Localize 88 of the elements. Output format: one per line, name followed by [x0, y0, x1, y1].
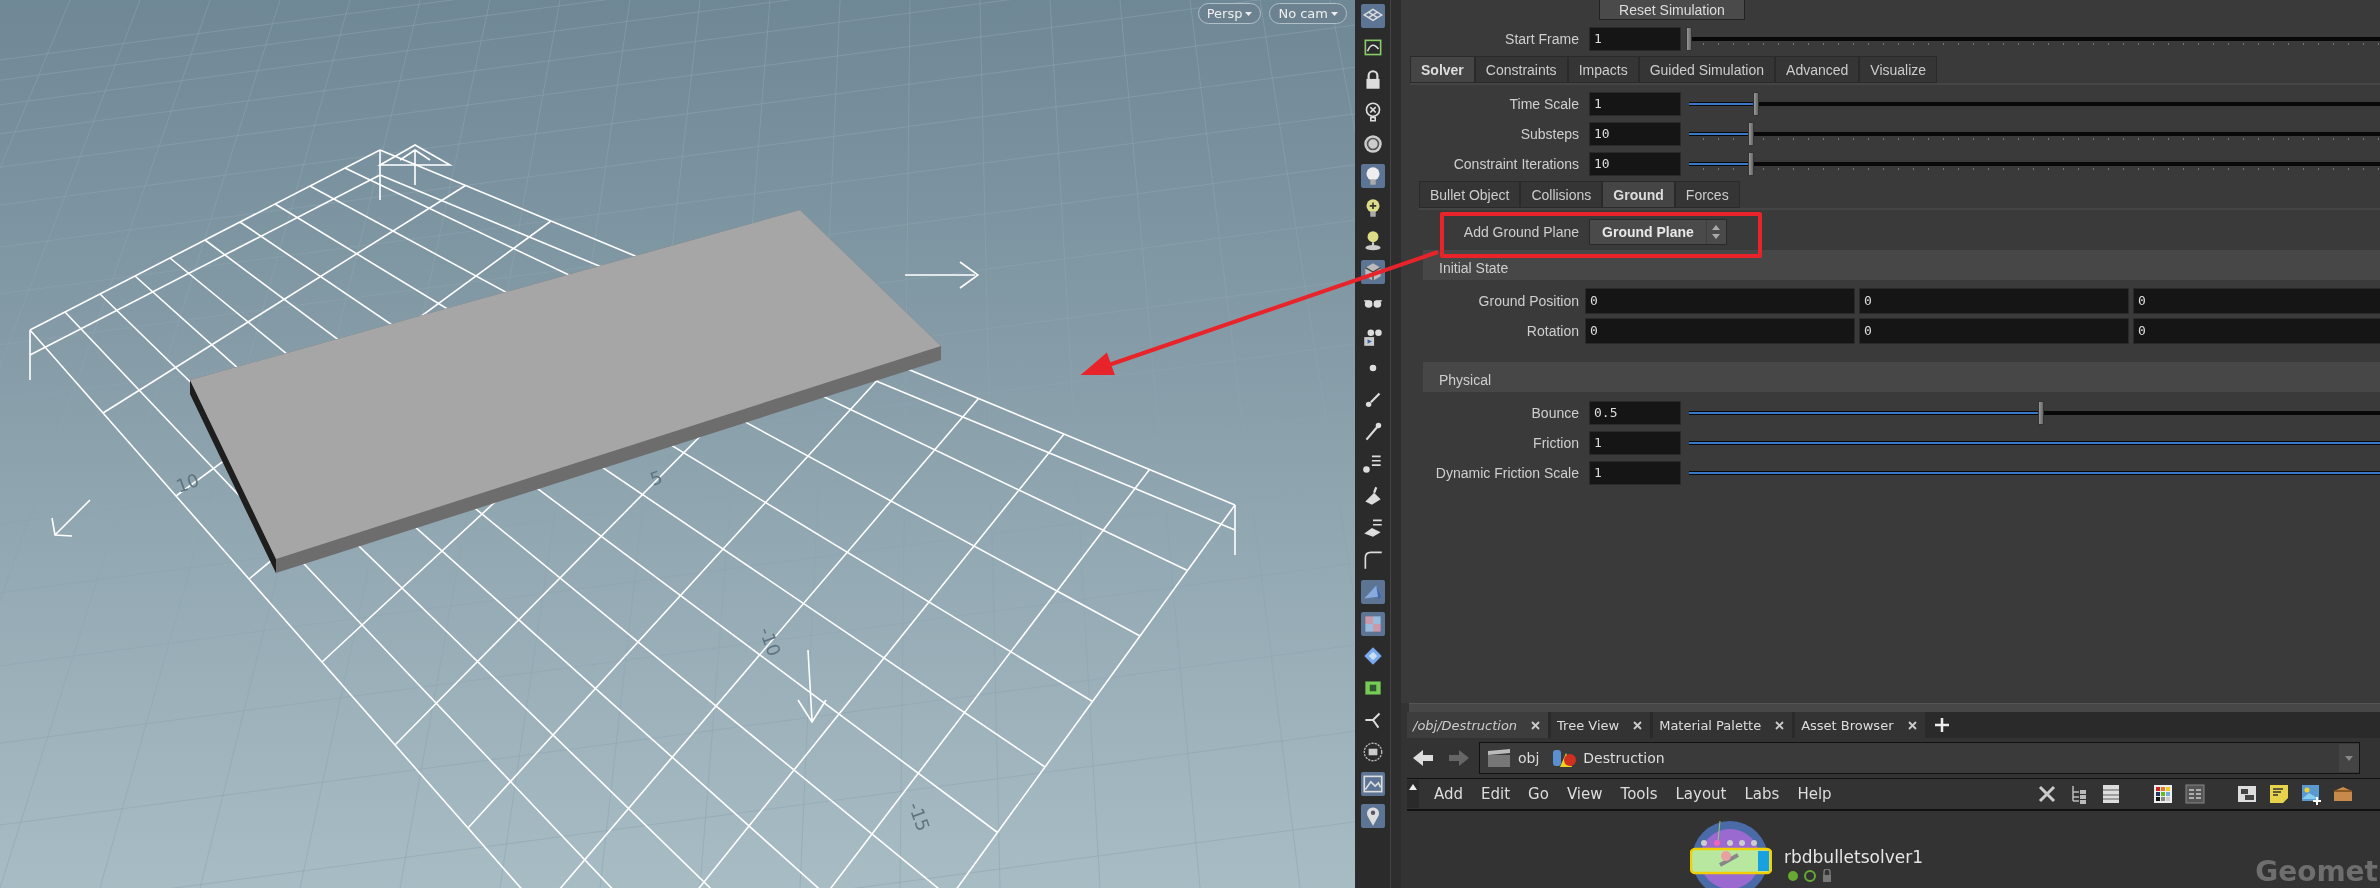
- menu-item[interactable]: Layout: [1666, 785, 1736, 803]
- value-field[interactable]: 0.5: [1589, 401, 1681, 425]
- value-field[interactable]: 1: [1589, 92, 1681, 116]
- window-icon[interactable]: [2236, 783, 2258, 805]
- checker-icon[interactable]: [1360, 612, 1385, 636]
- tab[interactable]: Forces: [1674, 181, 1740, 208]
- slider-thumb[interactable]: [1752, 92, 1759, 116]
- tab[interactable]: Collisions: [1520, 181, 1603, 208]
- parameter-label: Friction: [1532, 435, 1580, 451]
- node-flags-icon[interactable]: [1787, 869, 1833, 883]
- menu-item[interactable]: Labs: [1735, 785, 1789, 803]
- wedge-icon[interactable]: [1360, 580, 1385, 604]
- caret-icon: [1331, 11, 1338, 16]
- add-tab-icon[interactable]: [1933, 717, 1950, 733]
- sticky-note-icon[interactable]: [2268, 783, 2290, 805]
- clapperboard-icon: [1486, 747, 1512, 769]
- parameter-label: Constraint Iterations: [1452, 156, 1580, 172]
- color-grid-icon[interactable]: [2152, 783, 2174, 805]
- value-field[interactable]: 1: [1589, 461, 1681, 485]
- node-name: rbdbulletsolver1: [1784, 847, 1923, 867]
- tab[interactable]: Advanced: [1775, 56, 1860, 83]
- light-bulb-icon[interactable]: [1360, 164, 1385, 188]
- parameter-label: Substeps: [1519, 126, 1580, 142]
- section-header[interactable]: Physical: [1423, 362, 2380, 392]
- caret-icon: [1245, 11, 1253, 16]
- value-field[interactable]: 0: [1859, 318, 2129, 344]
- value-field[interactable]: 0: [1585, 318, 1855, 344]
- tab[interactable]: Solver: [1410, 56, 1475, 83]
- value-field[interactable]: 0: [2133, 318, 2380, 344]
- parameter-label: Dynamic Friction Scale: [1434, 465, 1580, 481]
- tab[interactable]: Constraints: [1474, 56, 1568, 83]
- value-field[interactable]: 0: [1859, 288, 2129, 314]
- parameter-label: Ground Position: [1477, 293, 1580, 309]
- value-field[interactable]: 10: [1589, 122, 1681, 146]
- menu-item[interactable]: Edit: [1472, 785, 1520, 803]
- slider-thumb[interactable]: [1747, 122, 1754, 146]
- menu-item[interactable]: View: [1557, 785, 1612, 803]
- parameter-label: Start Frame: [1504, 31, 1580, 47]
- shapes-icon: [1551, 747, 1578, 769]
- path-crumb[interactable]: Destruction: [1551, 747, 1671, 769]
- slider[interactable]: [1689, 91, 2380, 117]
- reset-simulation-button[interactable]: Reset Simulation: [1599, 0, 1745, 20]
- value-field[interactable]: 0: [1585, 288, 1855, 314]
- grid-label: -15: [904, 799, 935, 834]
- slider-thumb[interactable]: [2038, 401, 2044, 425]
- slider-thumb[interactable]: [1686, 27, 1692, 51]
- grid-label: 5: [647, 466, 666, 490]
- grid-label: -10: [755, 624, 786, 659]
- parameter-label: Rotation: [1525, 323, 1580, 339]
- ground-plane-menu[interactable]: Ground Plane: [1589, 219, 1727, 245]
- tab[interactable]: Impacts: [1567, 56, 1639, 83]
- dropdown-caret-icon[interactable]: [2339, 744, 2359, 772]
- section-header[interactable]: Initial State: [1423, 250, 2380, 280]
- value-field[interactable]: 1: [1589, 27, 1681, 51]
- close-icon[interactable]: [1907, 720, 1917, 730]
- pane-tab[interactable]: Asset Browser: [1795, 712, 1928, 738]
- map-pin-icon[interactable]: [1360, 804, 1385, 828]
- parameter-label: Time Scale: [1508, 96, 1580, 112]
- slider[interactable]: [1689, 400, 2380, 426]
- slider-thumb[interactable]: [1747, 152, 1754, 176]
- parameter-label: Bounce: [1530, 405, 1580, 421]
- layout-grid-icon[interactable]: [2184, 783, 2206, 805]
- menu-item[interactable]: Help: [1788, 785, 1841, 803]
- image-add-icon[interactable]: [2300, 783, 2322, 805]
- menu-item[interactable]: Add: [1425, 785, 1473, 803]
- camera-menu-button[interactable]: No cam: [1269, 3, 1347, 24]
- menu-item[interactable]: Tools: [1611, 785, 1667, 803]
- solver-node-drawing[interactable]: [1690, 821, 1772, 888]
- network-context-label: Geomet: [2255, 855, 2378, 888]
- close-icon[interactable]: [1531, 720, 1541, 730]
- close-icon[interactable]: [1775, 720, 1785, 730]
- parameter-label: Add Ground Plane: [1462, 224, 1580, 240]
- close-icon[interactable]: [1633, 720, 1643, 730]
- tab[interactable]: Guided Simulation: [1638, 56, 1776, 83]
- grid-plane-icon[interactable]: [1360, 4, 1385, 28]
- value-field[interactable]: 1: [1589, 431, 1681, 455]
- path-bar[interactable]: obj Destruction: [1479, 742, 2360, 774]
- value-field[interactable]: 0: [2133, 288, 2380, 314]
- value-field[interactable]: 10: [1589, 152, 1681, 176]
- tab[interactable]: Visualize: [1859, 56, 1938, 83]
- grid-label: 10: [173, 469, 202, 497]
- path-crumb[interactable]: obj: [1486, 747, 1546, 769]
- menu-item[interactable]: Go: [1519, 785, 1558, 803]
- tab[interactable]: Ground: [1602, 181, 1675, 208]
- scroll-up-icon[interactable]: [1407, 780, 1419, 808]
- tab[interactable]: Bullet Object: [1419, 181, 1521, 208]
- list-icon[interactable]: [2100, 783, 2122, 805]
- mountain-image-icon[interactable]: [1360, 772, 1385, 796]
